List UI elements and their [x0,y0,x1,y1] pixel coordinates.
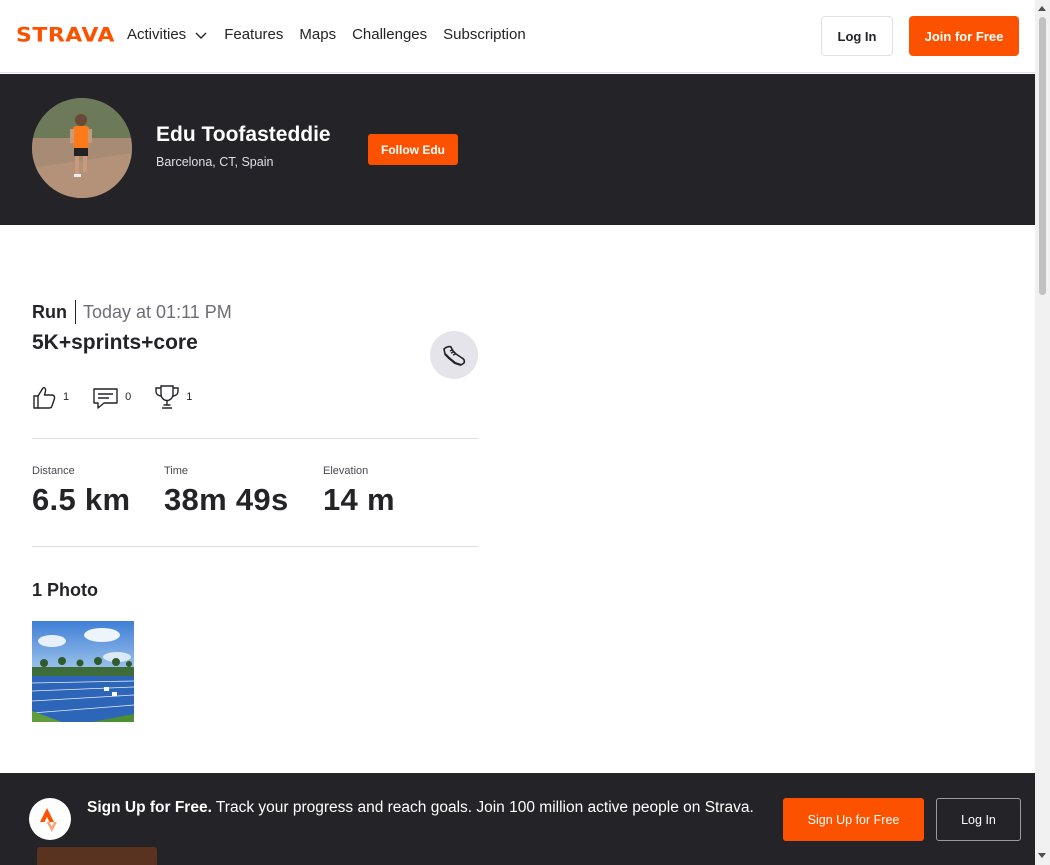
running-shoe-icon [443,345,466,367]
trophy-icon [155,385,179,409]
join-button[interactable]: Join for Free [909,16,1019,56]
activity-title: 5K+sprints+core [32,331,198,354]
sport-badge [430,331,478,379]
divider [75,300,76,324]
stat-value: 6.5 km [32,482,131,517]
comments-count[interactable]: 0 [92,385,131,410]
nav-item-subscription[interactable]: Subscription [443,24,526,46]
nav-item-maps[interactable]: Maps [299,24,336,46]
athlete-name[interactable]: Edu Toofasteddie [156,123,331,147]
scroll-up-arrow-icon[interactable] [1038,6,1046,11]
page-scrollbar[interactable] [1035,0,1050,865]
stat-value: 38m 49s [164,482,289,517]
hidden-banner-element [37,847,157,865]
signup-banner: Sign Up for Free. Track your progress an… [0,773,1035,865]
achievements-number: 1 [186,391,193,403]
top-navbar: STRAVA Activities Features Maps Challeng… [0,0,1035,73]
strava-logo[interactable]: STRAVA [16,26,115,45]
nav-item-label: Activities [127,26,187,43]
scroll-thumb[interactable] [1039,17,1046,295]
divider [32,438,479,439]
achievements-count[interactable]: 1 [154,384,192,410]
thumbs-up-icon [33,386,56,409]
track-photo [32,621,134,722]
athlete-location: Barcelona, CT, Spain [156,155,274,169]
photos-heading: 1 Photo [32,580,98,600]
signup-banner-bold: Sign Up for Free. [87,799,212,816]
stat-distance: Distance 6.5 km [32,465,130,518]
follow-button[interactable]: Follow Edu [368,134,458,165]
nav-item-activities[interactable]: Activities [127,24,208,46]
login-button-bottom[interactable]: Log In [936,798,1021,841]
activity-type: Run [32,301,67,322]
activity-meta: Run Today at 01:11 PM [32,300,232,324]
activity-social-counts: 1 0 1 [32,384,215,410]
stat-value: 14 m [323,482,395,517]
signup-banner-body: Track your progress and reach goals. Joi… [215,799,754,816]
strava-mark-icon [29,798,71,840]
stat-label: Distance [32,465,75,477]
stat-elevation: Elevation 14 m [323,465,395,518]
nav-links: Activities Features Maps Challenges Subs… [127,24,542,46]
divider [32,546,479,547]
avatar-photo [32,98,132,198]
comments-number: 0 [125,391,132,403]
stat-label: Elevation [323,465,369,477]
nav-item-challenges[interactable]: Challenges [352,24,427,46]
scroll-down-arrow-icon[interactable] [1038,853,1046,858]
stat-label: Time [164,465,189,477]
signup-button[interactable]: Sign Up for Free [783,798,924,841]
nav-item-features[interactable]: Features [224,24,283,46]
chevron-down-icon [195,32,207,39]
athlete-header: Edu Toofasteddie Barcelona, CT, Spain Fo… [0,74,1035,225]
kudos-count[interactable]: 1 [32,385,69,410]
login-button[interactable]: Log In [821,16,893,56]
activity-time: Today at 01:11 PM [83,301,232,322]
signup-banner-text: Sign Up for Free. Track your progress an… [87,797,757,819]
avatar[interactable] [32,98,132,198]
comment-icon [93,387,118,409]
stat-time: Time 38m 49s [164,465,288,518]
strava-chevron-icon [40,808,57,832]
kudos-number: 1 [63,391,70,403]
activity-photo[interactable] [32,621,134,722]
